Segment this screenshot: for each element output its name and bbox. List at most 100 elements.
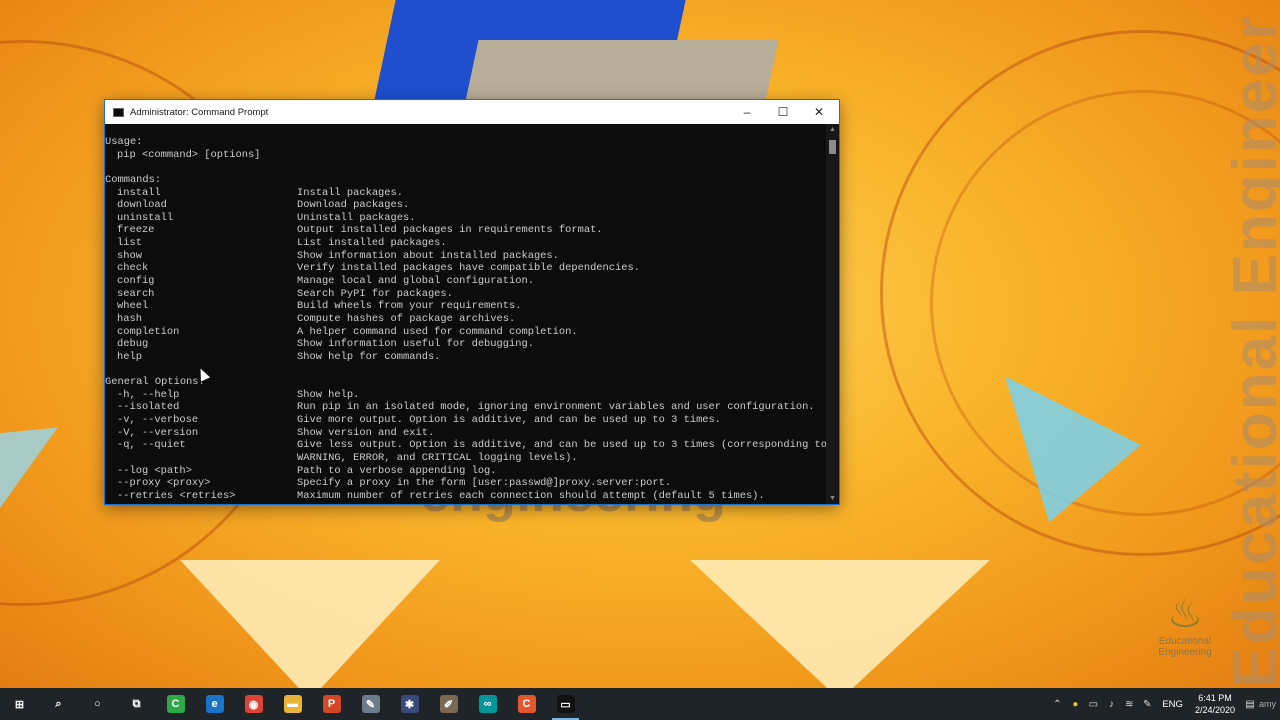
minimize-button[interactable]: –: [729, 100, 765, 124]
option-row-name: -q, --quiet: [117, 439, 186, 452]
option-row-description: Show help.: [297, 388, 360, 401]
task-view-button[interactable]: ⧉: [117, 688, 156, 720]
user-label: amy: [1258, 699, 1276, 709]
chevron-up-icon[interactable]: ⌃: [1048, 699, 1066, 710]
option-row-name: -V, --version: [117, 426, 199, 439]
system-tray: ⌃ ● ▭ ♪ ≋ ✎ ENG 6:41 PM 2/24/2020 ▤ amy: [1048, 688, 1280, 720]
option-row-description: Path to a verbose appending log.: [297, 464, 497, 477]
command-row-description: Show information about installed package…: [297, 249, 559, 262]
taskbar: ⊞ ⌕ ○ ⧉ Ce ◉ ▬ P ✎ ✱ ✐ ∞ C ▭ ⌃ ● ▭ ♪ ≋ ✎ ENG 6:41 PM …: [0, 688, 1280, 720]
clock-time: 6:41 PM: [1198, 693, 1232, 703]
options-header: General Options:: [105, 376, 205, 389]
command-row: search Search PyPI for packages.: [105, 288, 826, 301]
option-row-description: Give more output. Option is additive, an…: [297, 414, 722, 427]
taskbar-app-arduino[interactable]: ∞: [468, 688, 507, 720]
command-row-description: Search PyPI for packages.: [297, 287, 453, 300]
taskbar-app-settings[interactable]: ✱: [390, 688, 429, 720]
close-button[interactable]: ✕: [801, 100, 837, 124]
command-row: help Show help for commands.: [105, 351, 826, 364]
wallpaper-fan-left: [180, 560, 440, 688]
option-row-description: WARNING, ERROR, and CRITICAL logging lev…: [297, 452, 578, 465]
window-title: Administrator: Command Prompt: [130, 106, 269, 118]
option-row: -V, --version Show version and exit.: [105, 427, 826, 440]
command-row-name: show: [117, 249, 142, 262]
option-row: -v, --verbose Give more output. Option is…: [105, 414, 826, 427]
tool-icon: ✎: [361, 695, 380, 713]
wallpaper-text-right: Educational Engineer: [1221, 14, 1280, 688]
command-row: debug Show information useful for debuggi…: [105, 338, 826, 351]
command-row: wheel Build wheels from your requirements…: [105, 300, 826, 313]
usage-header: Usage:: [105, 136, 143, 148]
command-row: show Show information about installed pac…: [105, 250, 826, 263]
command-row-name: debug: [117, 338, 149, 351]
option-row-name: --proxy <proxy>: [117, 477, 211, 490]
language-indicator[interactable]: ENG: [1162, 699, 1183, 710]
search-button[interactable]: ⌕: [39, 688, 78, 720]
volume-icon[interactable]: ♪: [1102, 699, 1120, 710]
terminal-icon: ▭: [556, 695, 575, 713]
option-row-description: Give less output. Option is additive, an…: [297, 439, 826, 452]
cortana-button[interactable]: ○: [78, 688, 117, 720]
start-button[interactable]: ⊞: [0, 688, 39, 720]
logo-line-1: Educational: [1158, 636, 1212, 647]
command-row-description: Build wheels from your requirements.: [297, 300, 522, 313]
console-output[interactable]: Usage: pip <command> [options] Commands:…: [105, 124, 826, 504]
edge-icon: e: [205, 695, 224, 713]
command-prompt-window[interactable]: Administrator: Command Prompt – ☐ ✕ Usag…: [105, 100, 839, 504]
clock[interactable]: 6:41 PM 2/24/2020: [1195, 692, 1235, 716]
command-row-description: Uninstall packages.: [297, 211, 416, 224]
command-row-name: hash: [117, 312, 142, 325]
taskbar-app-paint[interactable]: ✐: [429, 688, 468, 720]
option-row-name: --retries <retries>: [117, 489, 236, 502]
windows-logo: ⊞: [10, 695, 29, 713]
tray-app-icon[interactable]: ●: [1066, 699, 1084, 710]
command-row-name: config: [117, 275, 155, 288]
command-row-name: help: [117, 350, 142, 363]
taskbar-app-camtasia[interactable]: C: [156, 688, 195, 720]
window-titlebar[interactable]: Administrator: Command Prompt – ☐ ✕: [105, 100, 839, 124]
taskbar-app-powerpoint[interactable]: P: [312, 688, 351, 720]
option-row-name: --log <path>: [117, 464, 192, 477]
scrollbar-thumb[interactable]: [829, 140, 836, 154]
command-row-description: Install packages.: [297, 186, 404, 199]
option-row-name: -v, --verbose: [117, 414, 199, 427]
command-row-name: wheel: [117, 300, 149, 313]
wifi-icon[interactable]: ≋: [1120, 699, 1138, 710]
scroll-down-arrow-icon[interactable]: ▼: [829, 495, 836, 502]
console-scrollbar[interactable]: ▲ ▼: [826, 124, 839, 504]
taskbar-app-camtasia-recorder[interactable]: C: [507, 688, 546, 720]
option-row-name: --isolated: [117, 401, 180, 414]
command-row-description: Show information useful for debugging.: [297, 338, 534, 351]
option-row: -h, --help Show help.: [105, 389, 826, 402]
wallpaper-fan-right: [690, 560, 990, 688]
taskbar-app-file-explorer[interactable]: ▬: [273, 688, 312, 720]
command-row-name: search: [117, 287, 155, 300]
command-row-description: Show help for commands.: [297, 350, 441, 363]
command-row-description: Verify installed packages have compatibl…: [297, 262, 640, 275]
option-row: --log <path> Path to a verbose appending …: [105, 465, 826, 478]
option-row-description: Maximum number of retries each connectio…: [297, 489, 765, 502]
task-view-icon: ⧉: [127, 695, 146, 713]
battery-icon[interactable]: ▭: [1084, 699, 1102, 710]
search-icon: ⌕: [49, 695, 68, 713]
terminal-icon: [113, 107, 124, 117]
taskbar-app-tool[interactable]: ✎: [351, 688, 390, 720]
taskbar-app-chrome[interactable]: ◉: [234, 688, 273, 720]
clock-date: 2/24/2020: [1194, 705, 1235, 715]
option-row: -q, --quiet Give less output. Option is a…: [105, 439, 826, 452]
command-row-name: download: [117, 199, 167, 212]
command-row-description: List installed packages.: [297, 237, 447, 250]
taskbar-app-command-prompt[interactable]: ▭: [546, 688, 585, 720]
option-row: --retries <retries> Maximum number of ret…: [105, 490, 826, 503]
scroll-up-arrow-icon[interactable]: ▲: [829, 126, 836, 133]
taskbar-app-edge[interactable]: e: [195, 688, 234, 720]
taskbar-items: ⊞ ⌕ ○ ⧉ Ce ◉ ▬ P ✎ ✱ ✐ ∞ C ▭: [0, 688, 585, 720]
maximize-button[interactable]: ☐: [765, 100, 801, 124]
notification-icon[interactable]: ▤: [1241, 699, 1259, 710]
command-row-name: check: [117, 262, 149, 275]
arduino-icon: ∞: [478, 695, 497, 713]
commands-header: Commands:: [105, 173, 162, 186]
chrome-icon: ◉: [244, 695, 263, 713]
pen-icon[interactable]: ✎: [1138, 699, 1156, 710]
